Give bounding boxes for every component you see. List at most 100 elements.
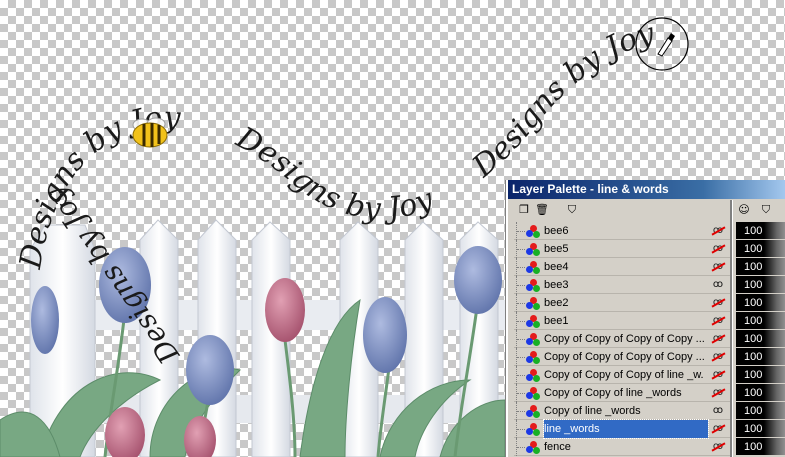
opacity-value: 100 <box>744 387 763 399</box>
opacity-slider[interactable]: 100 <box>736 438 785 456</box>
raster-layer-icon <box>526 243 540 256</box>
layer-row-bee3[interactable]: bee3 ꝏ <box>514 276 730 294</box>
layer-row-bee1[interactable]: bee1 ꝏ <box>514 312 730 330</box>
tree-line <box>516 294 525 312</box>
opacity-slider[interactable]: 100 <box>736 276 785 294</box>
tree-line <box>516 276 525 294</box>
hidden-eye-icon[interactable]: ꝏ <box>710 441 726 453</box>
watermark-text-repeat-2: Designs by Joy <box>465 16 658 185</box>
hidden-eye-icon[interactable]: ꝏ <box>710 243 726 255</box>
new-layer-icon[interactable]: ❐ <box>516 202 532 218</box>
opacity-slider[interactable]: 100 <box>736 294 785 312</box>
opacity-value: 100 <box>744 315 763 327</box>
opacity-column: 100 100 100 100 100 100 100 100 100 100 … <box>736 222 785 456</box>
layer-name[interactable]: bee5 <box>544 240 704 258</box>
mask-header-icon[interactable]: ⛉ <box>758 202 774 218</box>
delete-layer-icon[interactable]: 🗑 <box>534 202 550 218</box>
layer-row-copy-2[interactable]: Copy of Copy of line _words ꝏ <box>514 384 730 402</box>
opacity-value: 100 <box>744 351 763 363</box>
layer-name[interactable]: fence <box>544 438 704 456</box>
hidden-eye-icon[interactable]: ꝏ <box>710 315 726 327</box>
watermark-text-repeat: Designs by Joy <box>230 120 439 227</box>
tree-line <box>516 240 525 258</box>
opacity-value: 100 <box>744 405 763 417</box>
raster-layer-icon <box>526 261 540 274</box>
layer-name[interactable]: Copy of Copy of Copy of Copy ... <box>544 348 704 366</box>
tree-line <box>516 258 525 276</box>
tree-line <box>516 312 525 330</box>
opacity-slider[interactable]: 100 <box>736 420 785 438</box>
layer-name[interactable]: bee3 <box>544 276 704 294</box>
opacity-slider[interactable]: 100 <box>736 258 785 276</box>
layer-palette: Layer Palette - line & words ❐ 🗑 ⛉ ☺ ⛉ b… <box>506 180 785 457</box>
opacity-value: 100 <box>744 243 763 255</box>
opacity-value: 100 <box>744 423 763 435</box>
opacity-value: 100 <box>744 261 763 273</box>
visible-eye-icon[interactable]: ꝏ <box>710 405 726 417</box>
raster-layer-icon <box>526 333 540 346</box>
layer-row-copy-1[interactable]: Copy of line _words ꝏ <box>514 402 730 420</box>
raster-layer-icon <box>526 405 540 418</box>
hidden-eye-icon[interactable]: ꝏ <box>710 387 726 399</box>
palette-toolbar: ❐ 🗑 ⛉ ☺ ⛉ <box>508 200 785 222</box>
layer-row-copy-4b[interactable]: Copy of Copy of Copy of Copy ... ꝏ <box>514 348 730 366</box>
raster-layer-icon <box>526 279 540 292</box>
layer-list: bee6 ꝏ bee5 ꝏ bee4 ꝏ bee3 ꝏ bee2 ꝏ bee1 … <box>514 222 730 456</box>
layer-name[interactable]: bee6 <box>544 222 704 240</box>
opacity-slider[interactable]: 100 <box>736 222 785 240</box>
opacity-slider[interactable]: 100 <box>736 384 785 402</box>
layer-row-line-words[interactable]: line _words ꝏ <box>514 419 730 439</box>
opacity-slider[interactable]: 100 <box>736 330 785 348</box>
hidden-eye-icon[interactable]: ꝏ <box>710 333 726 345</box>
raster-layer-icon <box>526 225 540 238</box>
opacity-slider[interactable]: 100 <box>736 348 785 366</box>
hidden-eye-icon[interactable]: ꝏ <box>710 225 726 237</box>
tree-line <box>516 348 525 366</box>
tree-line <box>516 330 525 348</box>
visibility-header-icon[interactable]: ☺ <box>736 202 752 218</box>
layer-name[interactable]: Copy of Copy of line _words <box>544 384 704 402</box>
layer-mask-icon[interactable]: ⛉ <box>564 202 580 218</box>
layer-name[interactable]: Copy of Copy of Copy of Copy ... <box>544 330 704 348</box>
palette-title[interactable]: Layer Palette - line & words <box>508 180 785 199</box>
hidden-eye-icon[interactable]: ꝏ <box>710 351 726 363</box>
tree-line <box>516 222 525 240</box>
raster-layer-icon <box>526 315 540 328</box>
opacity-value: 100 <box>744 279 763 291</box>
opacity-value: 100 <box>744 333 763 345</box>
layer-name[interactable]: bee1 <box>544 312 704 330</box>
opacity-value: 100 <box>744 297 763 309</box>
layer-row-bee5[interactable]: bee5 ꝏ <box>514 240 730 258</box>
opacity-slider[interactable]: 100 <box>736 366 785 384</box>
layer-name[interactable]: Copy of line _words <box>544 402 704 420</box>
layer-row-copy-4a[interactable]: Copy of Copy of Copy of Copy ... ꝏ <box>514 330 730 348</box>
hidden-eye-icon[interactable]: ꝏ <box>710 297 726 309</box>
opacity-value: 100 <box>744 441 763 453</box>
hidden-eye-icon[interactable]: ꝏ <box>710 261 726 273</box>
tree-line <box>516 366 525 384</box>
layer-row-fence[interactable]: fence ꝏ <box>514 438 730 456</box>
palette-divider <box>730 200 733 457</box>
layer-name[interactable]: Copy of Copy of Copy of line _w... <box>544 366 704 384</box>
raster-layer-icon <box>526 297 540 310</box>
raster-layer-icon <box>526 351 540 364</box>
raster-layer-icon <box>526 369 540 382</box>
layer-name[interactable]: line _words <box>543 419 709 439</box>
tree-line <box>516 420 525 438</box>
opacity-slider[interactable]: 100 <box>736 240 785 258</box>
layer-name[interactable]: bee2 <box>544 294 704 312</box>
tree-line <box>516 384 525 402</box>
layer-row-bee4[interactable]: bee4 ꝏ <box>514 258 730 276</box>
layer-row-bee6[interactable]: bee6 ꝏ <box>514 222 730 240</box>
layer-row-copy-3[interactable]: Copy of Copy of Copy of line _w... ꝏ <box>514 366 730 384</box>
opacity-slider[interactable]: 100 <box>736 402 785 420</box>
opacity-slider[interactable]: 100 <box>736 312 785 330</box>
layer-row-bee2[interactable]: bee2 ꝏ <box>514 294 730 312</box>
opacity-value: 100 <box>744 369 763 381</box>
tree-line <box>516 438 525 456</box>
hidden-eye-icon[interactable]: ꝏ <box>710 423 726 435</box>
hidden-eye-icon[interactable]: ꝏ <box>710 369 726 381</box>
visible-eye-icon[interactable]: ꝏ <box>710 279 726 291</box>
layer-name[interactable]: bee4 <box>544 258 704 276</box>
raster-layer-icon <box>526 441 540 454</box>
